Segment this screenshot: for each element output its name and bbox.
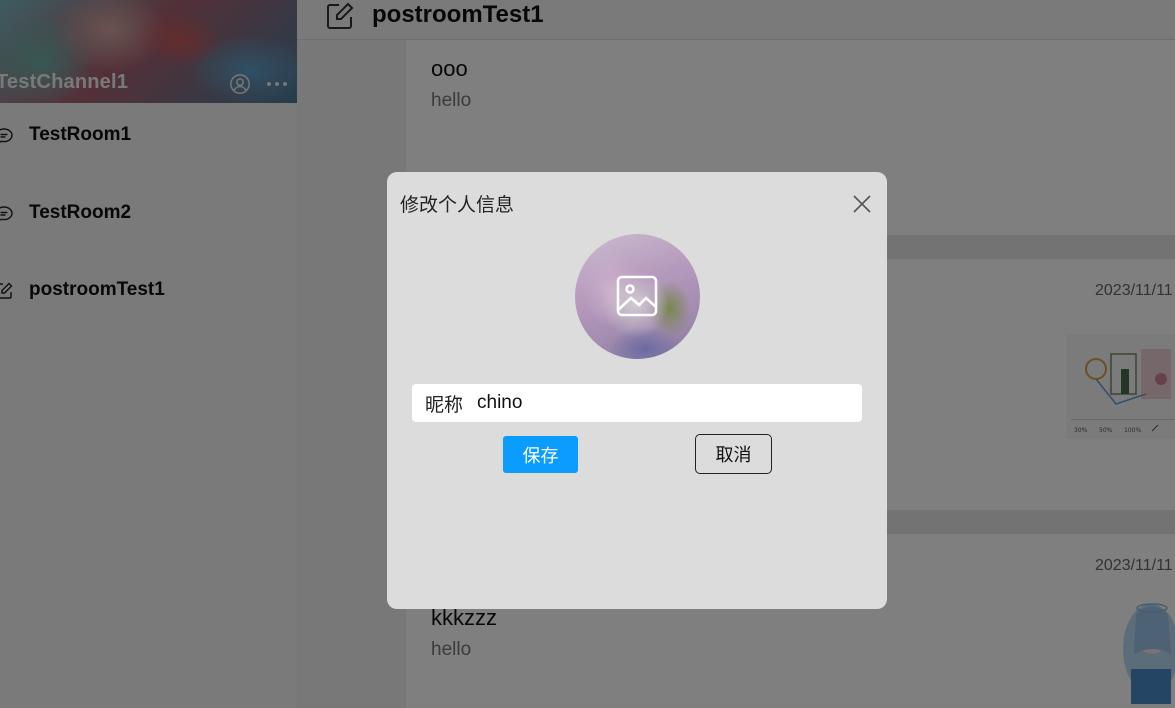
close-icon[interactable]: [852, 194, 872, 214]
nickname-field[interactable]: 昵称: [412, 384, 862, 422]
image-icon: [616, 275, 658, 317]
dialog-title: 修改个人信息: [400, 195, 515, 216]
nickname-input[interactable]: [477, 392, 818, 414]
cancel-button[interactable]: 取消: [695, 434, 772, 474]
avatar-upload[interactable]: [575, 234, 700, 359]
nickname-label: 昵称: [425, 393, 464, 416]
save-button[interactable]: 保存: [503, 436, 578, 473]
edit-profile-dialog: 修改个人信息 昵称 保存 取消: [387, 172, 887, 609]
